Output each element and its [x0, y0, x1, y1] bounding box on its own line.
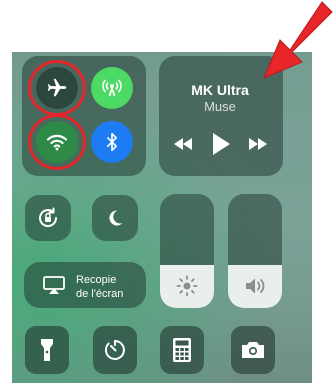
cellular-data-toggle[interactable] — [91, 67, 133, 109]
timer-button[interactable] — [93, 326, 137, 374]
camera-button[interactable] — [231, 326, 275, 374]
annotation-circle-airplane — [28, 60, 86, 116]
flashlight-icon — [41, 339, 53, 361]
annotation-arrow — [263, 1, 333, 79]
rotation-lock-button[interactable] — [25, 195, 71, 241]
sun-icon — [176, 275, 198, 297]
annotation-circle-wifi — [28, 114, 86, 170]
camera-icon — [242, 342, 264, 358]
calculator-icon — [173, 338, 191, 362]
now-playing-title: MK Ultra — [191, 82, 249, 98]
screen-mirroring-label-line2: de l'écran — [76, 288, 124, 300]
bluetooth-icon — [107, 132, 117, 152]
do-not-disturb-button[interactable] — [92, 195, 138, 241]
brightness-slider[interactable] — [160, 194, 214, 308]
antenna-icon — [102, 79, 122, 97]
volume-slider[interactable] — [228, 194, 282, 308]
now-playing-artist: Muse — [204, 99, 236, 114]
next-track-icon[interactable] — [247, 136, 269, 152]
screen-mirroring-label-line1: Recopie — [76, 274, 117, 286]
speaker-icon — [246, 278, 265, 294]
calculator-button[interactable] — [160, 326, 204, 374]
screen-mirroring-label: Recopie de l'écran — [76, 273, 123, 301]
play-icon[interactable] — [210, 131, 232, 157]
moon-icon — [109, 210, 123, 226]
airplay-icon — [43, 276, 65, 294]
timer-icon — [104, 340, 125, 360]
bluetooth-toggle[interactable] — [91, 121, 133, 163]
flashlight-button[interactable] — [25, 326, 69, 374]
previous-track-icon[interactable] — [172, 136, 194, 152]
rotation-lock-icon — [39, 207, 58, 227]
